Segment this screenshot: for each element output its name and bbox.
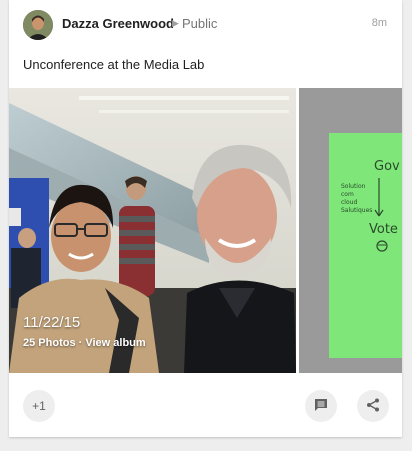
author-name[interactable]: Dazza Greenwood [62,16,174,31]
comment-icon [314,398,328,415]
svg-text:cloud: cloud [341,199,357,206]
plus-one-label: +1 [32,399,46,413]
timestamp[interactable]: 8m [372,17,387,29]
svg-text:Salutiques: Salutiques [341,207,372,214]
plus-one-button[interactable]: +1 [23,390,55,422]
view-album-link[interactable]: 25 Photos · View album [23,337,146,349]
comment-button[interactable] [305,390,337,422]
post-header: Dazza Greenwood ▶ Public 8m [9,0,402,48]
caret-right-icon: ▶ [172,18,179,28]
post-text: Unconference at the Media Lab [23,57,205,72]
share-icon [366,398,380,415]
svg-text:Vote: Vote [369,222,398,237]
svg-text:Gov: Gov [374,159,400,174]
svg-text:Solution: Solution [341,183,366,190]
post-actions: +1 [9,373,402,437]
svg-text:com: com [341,191,354,198]
album-media[interactable]: 11/22/15 25 Photos · View album Gov Solu… [9,88,402,373]
avatar[interactable] [23,10,53,40]
album-date[interactable]: 11/22/15 [23,314,80,331]
album-main-photo[interactable]: 11/22/15 25 Photos · View album [9,88,296,373]
visibility-label[interactable]: Public [182,16,217,31]
album-side-photo[interactable]: Gov Solution com cloud Salutiques Vote [299,88,402,373]
share-button[interactable] [357,390,389,422]
post-card: Dazza Greenwood ▶ Public 8m Unconference… [9,0,402,437]
